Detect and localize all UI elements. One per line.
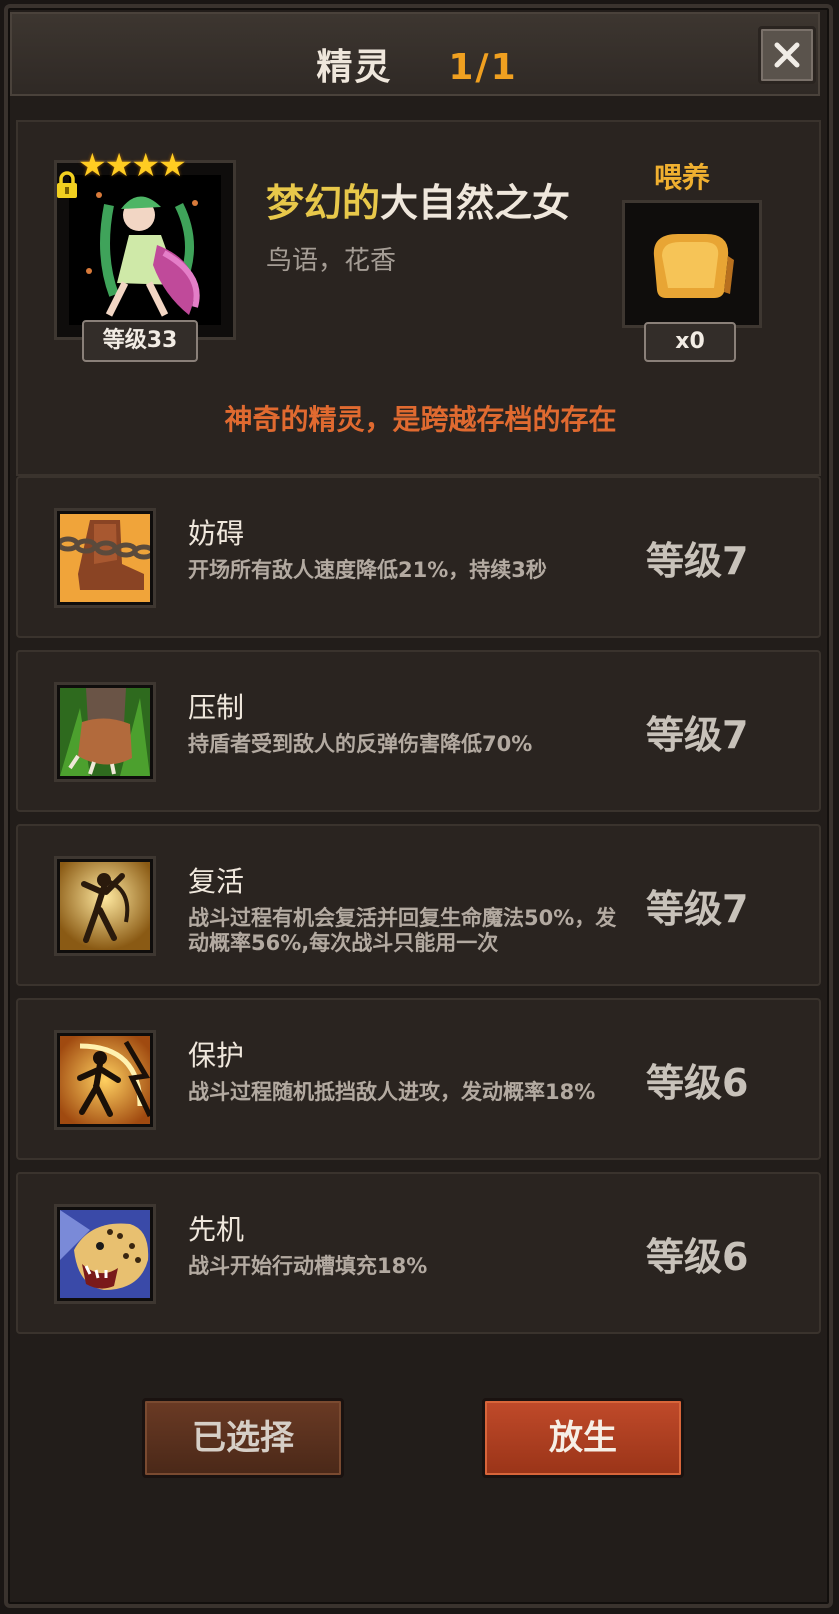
star-rating: ★★★★ — [78, 146, 187, 184]
skill-level: 等级7 — [646, 539, 749, 583]
skill-level: 等级6 — [646, 1061, 749, 1105]
feed-label: 喂养 — [654, 161, 711, 194]
close-icon — [774, 42, 800, 68]
skill-name: 保护 — [188, 1039, 245, 1072]
skill-card[interactable]: 保护 战斗过程随机抵挡敌人进攻，发动概率18% 等级6 — [16, 998, 821, 1160]
skill-name: 妨碍 — [188, 517, 245, 550]
skill-name: 先机 — [188, 1213, 245, 1246]
protect-figure-icon — [60, 1036, 150, 1124]
spirit-name-prefix: 梦幻的 — [266, 181, 381, 225]
claw-foot-icon — [60, 688, 150, 776]
skill-card[interactable]: 妨碍 开场所有敌人速度降低21%，持续3秒 等级7 — [16, 476, 821, 638]
skill-description: 战斗过程有机会复活并回复生命魔法50%，发动概率56%,每次战斗只能用一次 — [188, 906, 617, 955]
skill-level: 等级7 — [646, 713, 749, 757]
skill-description: 开场所有敌人速度降低21%，持续3秒 — [188, 558, 547, 582]
chained-boot-icon — [60, 514, 150, 602]
skill-name: 复活 — [188, 865, 245, 898]
spirit-level-badge: 等级33 — [82, 320, 198, 362]
release-button[interactable]: 放生 — [482, 1398, 684, 1478]
skill-level: 等级6 — [646, 1235, 749, 1279]
lock-icon[interactable] — [54, 170, 80, 200]
skill-icon-frame — [54, 682, 156, 782]
skill-description: 战斗过程随机抵挡敌人进攻，发动概率18% — [188, 1080, 596, 1104]
revive-figure-icon — [60, 862, 150, 950]
feed-count-badge: x0 — [644, 322, 736, 362]
title-bar: 精灵 1/1 — [10, 12, 820, 96]
spirit-subtitle: 鸟语，花香 — [266, 246, 397, 276]
spirit-info-panel: ★★★★ 等级33 梦幻的大自然之女 鸟语，花香 喂养 x0 神奇的精灵，是跨越… — [16, 120, 821, 476]
skill-description: 持盾者受到敌人的反弹伤害降低70% — [188, 732, 533, 756]
spirit-name: 梦幻的大自然之女 — [266, 172, 570, 227]
page-title: 精灵 1/1 — [12, 38, 822, 90]
skill-description: 战斗开始行动槽填充18% — [188, 1254, 428, 1278]
spirit-count: 1/1 — [448, 47, 518, 88]
skill-icon-frame — [54, 856, 156, 956]
spirit-description: 神奇的精灵，是跨越存档的存在 — [224, 403, 617, 436]
close-button[interactable] — [758, 26, 816, 84]
skill-level: 等级7 — [646, 887, 749, 931]
spirit-portrait — [69, 175, 221, 325]
spirit-portrait-frame[interactable] — [54, 160, 236, 340]
skill-icon-frame — [54, 508, 156, 608]
selected-button[interactable]: 已选择 — [142, 1398, 344, 1478]
title-text: 精灵 — [316, 47, 393, 88]
skill-card[interactable]: 先机 战斗开始行动槽填充18% 等级6 — [16, 1172, 821, 1334]
skill-name: 压制 — [188, 691, 245, 724]
skill-icon-frame — [54, 1204, 156, 1304]
nature-girl-image — [69, 175, 221, 325]
skill-card[interactable]: 复活 战斗过程有机会复活并回复生命魔法50%，发动概率56%,每次战斗只能用一次… — [16, 824, 821, 986]
spirit-name-main: 大自然之女 — [380, 181, 571, 225]
skill-icon-frame — [54, 1030, 156, 1130]
skill-card[interactable]: 压制 持盾者受到敌人的反弹伤害降低70% 等级7 — [16, 650, 821, 812]
bread-icon — [653, 234, 734, 298]
leopard-icon — [60, 1210, 150, 1298]
